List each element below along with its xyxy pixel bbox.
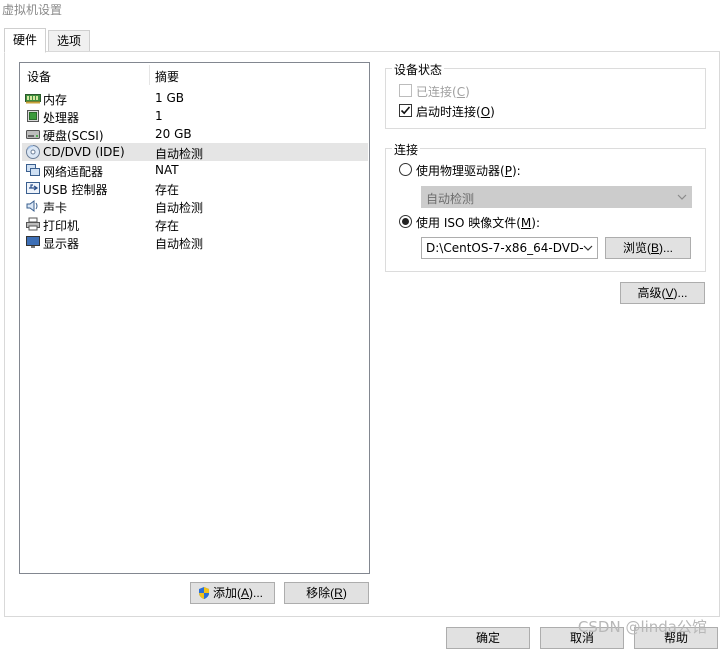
window-title: 虚拟机设置: [2, 3, 63, 17]
memory-icon: [25, 91, 41, 105]
add-button-accel: A: [241, 586, 250, 600]
device-row[interactable]: USB 控制器 存在: [22, 179, 368, 197]
device-name: 打印机: [43, 219, 80, 233]
device-summary: 存在: [155, 219, 180, 233]
iso-image-radio-dot: [399, 215, 412, 228]
browse-button[interactable]: 浏览(B)...: [605, 237, 691, 259]
physical-drive-radio[interactable]: 使用物理驱动器(P):: [399, 162, 549, 178]
device-name: USB 控制器: [43, 183, 108, 197]
iso-image-accel: M: [520, 216, 532, 230]
remove-button[interactable]: 移除(R): [284, 582, 369, 604]
device-list[interactable]: 设备 摘要 内存 1 GB 处理器 1 硬盘(SCSI) 20 GB CD/DVD (IDE…: [19, 62, 370, 574]
printer-icon: [25, 217, 41, 231]
device-status-group: 设备状态 已连接(C) 启动时连接(O): [385, 61, 706, 129]
browse-button-label: 浏览(: [622, 241, 651, 255]
watermark: CSDN @linda公馆: [577, 618, 707, 636]
device-row[interactable]: 网络适配器 NAT: [22, 161, 368, 179]
device-row[interactable]: 打印机 存在: [22, 215, 368, 233]
iso-image-tail: ):: [531, 216, 541, 230]
speaker-icon: [25, 199, 41, 213]
connected-label: 已连接(: [416, 85, 457, 99]
add-button-tail: )...: [249, 586, 264, 600]
hard-disk-icon: [25, 127, 41, 141]
device-name: CD/DVD (IDE): [43, 145, 125, 159]
tab-options[interactable]: 选项: [48, 30, 90, 52]
iso-path-value: D:\CentOS-7-x86_64-DVD-2: [426, 241, 584, 255]
advanced-button-accel: V: [665, 286, 674, 300]
advanced-button-label: 高级(: [637, 286, 666, 300]
shield-icon: [199, 587, 209, 599]
advanced-button[interactable]: 高级(V)...: [620, 282, 705, 304]
device-row[interactable]: 显示器 自动检测: [22, 233, 368, 251]
add-button-label: 添加(: [213, 586, 241, 600]
connected-checkbox[interactable]: 已连接(C): [399, 83, 519, 99]
device-summary: 自动检测: [155, 237, 204, 251]
connect-at-power-on-checkbox-box: [399, 104, 412, 117]
cd-dvd-icon: [25, 145, 41, 159]
checkmark-icon: [400, 106, 411, 115]
device-summary: 自动检测: [155, 201, 204, 215]
tab-hardware[interactable]: 硬件: [4, 28, 46, 53]
physical-drive-label: 使用物理驱动器(: [416, 164, 505, 178]
device-summary: NAT: [155, 163, 179, 177]
device-row[interactable]: CD/DVD (IDE) 自动检测: [22, 143, 368, 161]
column-header-device[interactable]: 设备: [27, 68, 51, 85]
physical-drive-accel: P: [504, 164, 512, 178]
connection-title: 连接: [392, 141, 421, 158]
device-name: 硬盘(SCSI): [43, 129, 104, 143]
connect-at-power-on-tail: ): [490, 105, 495, 119]
connect-at-power-on-accel: O: [480, 105, 491, 119]
browse-button-tail: )...: [659, 241, 673, 255]
usb-icon: [25, 181, 41, 195]
device-name: 网络适配器: [43, 165, 104, 179]
remove-button-accel: R: [334, 586, 343, 600]
connected-tail: ): [465, 85, 470, 99]
chevron-down-icon: [583, 245, 593, 251]
browse-button-accel: B: [650, 241, 659, 255]
monitor-icon: [25, 235, 41, 249]
column-separator[interactable]: [149, 65, 150, 85]
device-row[interactable]: 声卡 自动检测: [22, 197, 368, 215]
device-name: 声卡: [43, 201, 68, 215]
device-row[interactable]: 处理器 1: [22, 107, 368, 125]
ok-button[interactable]: 确定: [446, 627, 530, 649]
connect-at-power-on-label: 启动时连接(: [416, 105, 481, 119]
device-summary: 1 GB: [155, 91, 184, 105]
add-button[interactable]: 添加(A)...: [190, 582, 275, 604]
advanced-button-tail: )...: [673, 286, 688, 300]
connected-accel: C: [456, 85, 466, 99]
network-adapter-icon: [25, 163, 41, 177]
iso-image-label: 使用 ISO 映像文件(: [416, 216, 521, 230]
device-row[interactable]: 硬盘(SCSI) 20 GB: [22, 125, 368, 143]
device-summary: 1: [155, 109, 163, 123]
device-status-title: 设备状态: [392, 61, 445, 78]
physical-drive-select[interactable]: 自动检测: [421, 186, 692, 208]
list-header: 设备 摘要: [20, 63, 369, 87]
iso-image-radio[interactable]: 使用 ISO 映像文件(M):: [399, 214, 549, 230]
column-header-summary[interactable]: 摘要: [155, 68, 179, 85]
device-summary: 存在: [155, 183, 180, 197]
physical-drive-select-value: 自动检测: [426, 192, 475, 206]
title-bar: 虚拟机设置: [0, 0, 723, 20]
physical-drive-tail: ):: [511, 164, 521, 178]
remove-button-tail: ): [342, 586, 347, 600]
device-summary: 自动检测: [155, 147, 204, 161]
connected-checkbox-box: [399, 84, 412, 97]
chevron-down-icon: [677, 194, 687, 200]
device-row[interactable]: 内存 1 GB: [22, 89, 368, 107]
processor-icon: [25, 109, 41, 123]
device-name: 显示器: [43, 237, 80, 251]
device-summary: 20 GB: [155, 127, 192, 141]
device-name: 处理器: [43, 111, 80, 125]
connect-at-power-on-checkbox[interactable]: 启动时连接(O): [399, 103, 539, 119]
remove-button-label: 移除(: [306, 586, 335, 600]
connection-group: 连接 使用物理驱动器(P): 自动检测 使用 ISO 映像文件(M): D:\C…: [385, 141, 706, 272]
device-name: 内存: [43, 93, 68, 107]
iso-path-combo[interactable]: D:\CentOS-7-x86_64-DVD-2: [421, 237, 598, 259]
physical-drive-radio-dot: [399, 163, 412, 176]
